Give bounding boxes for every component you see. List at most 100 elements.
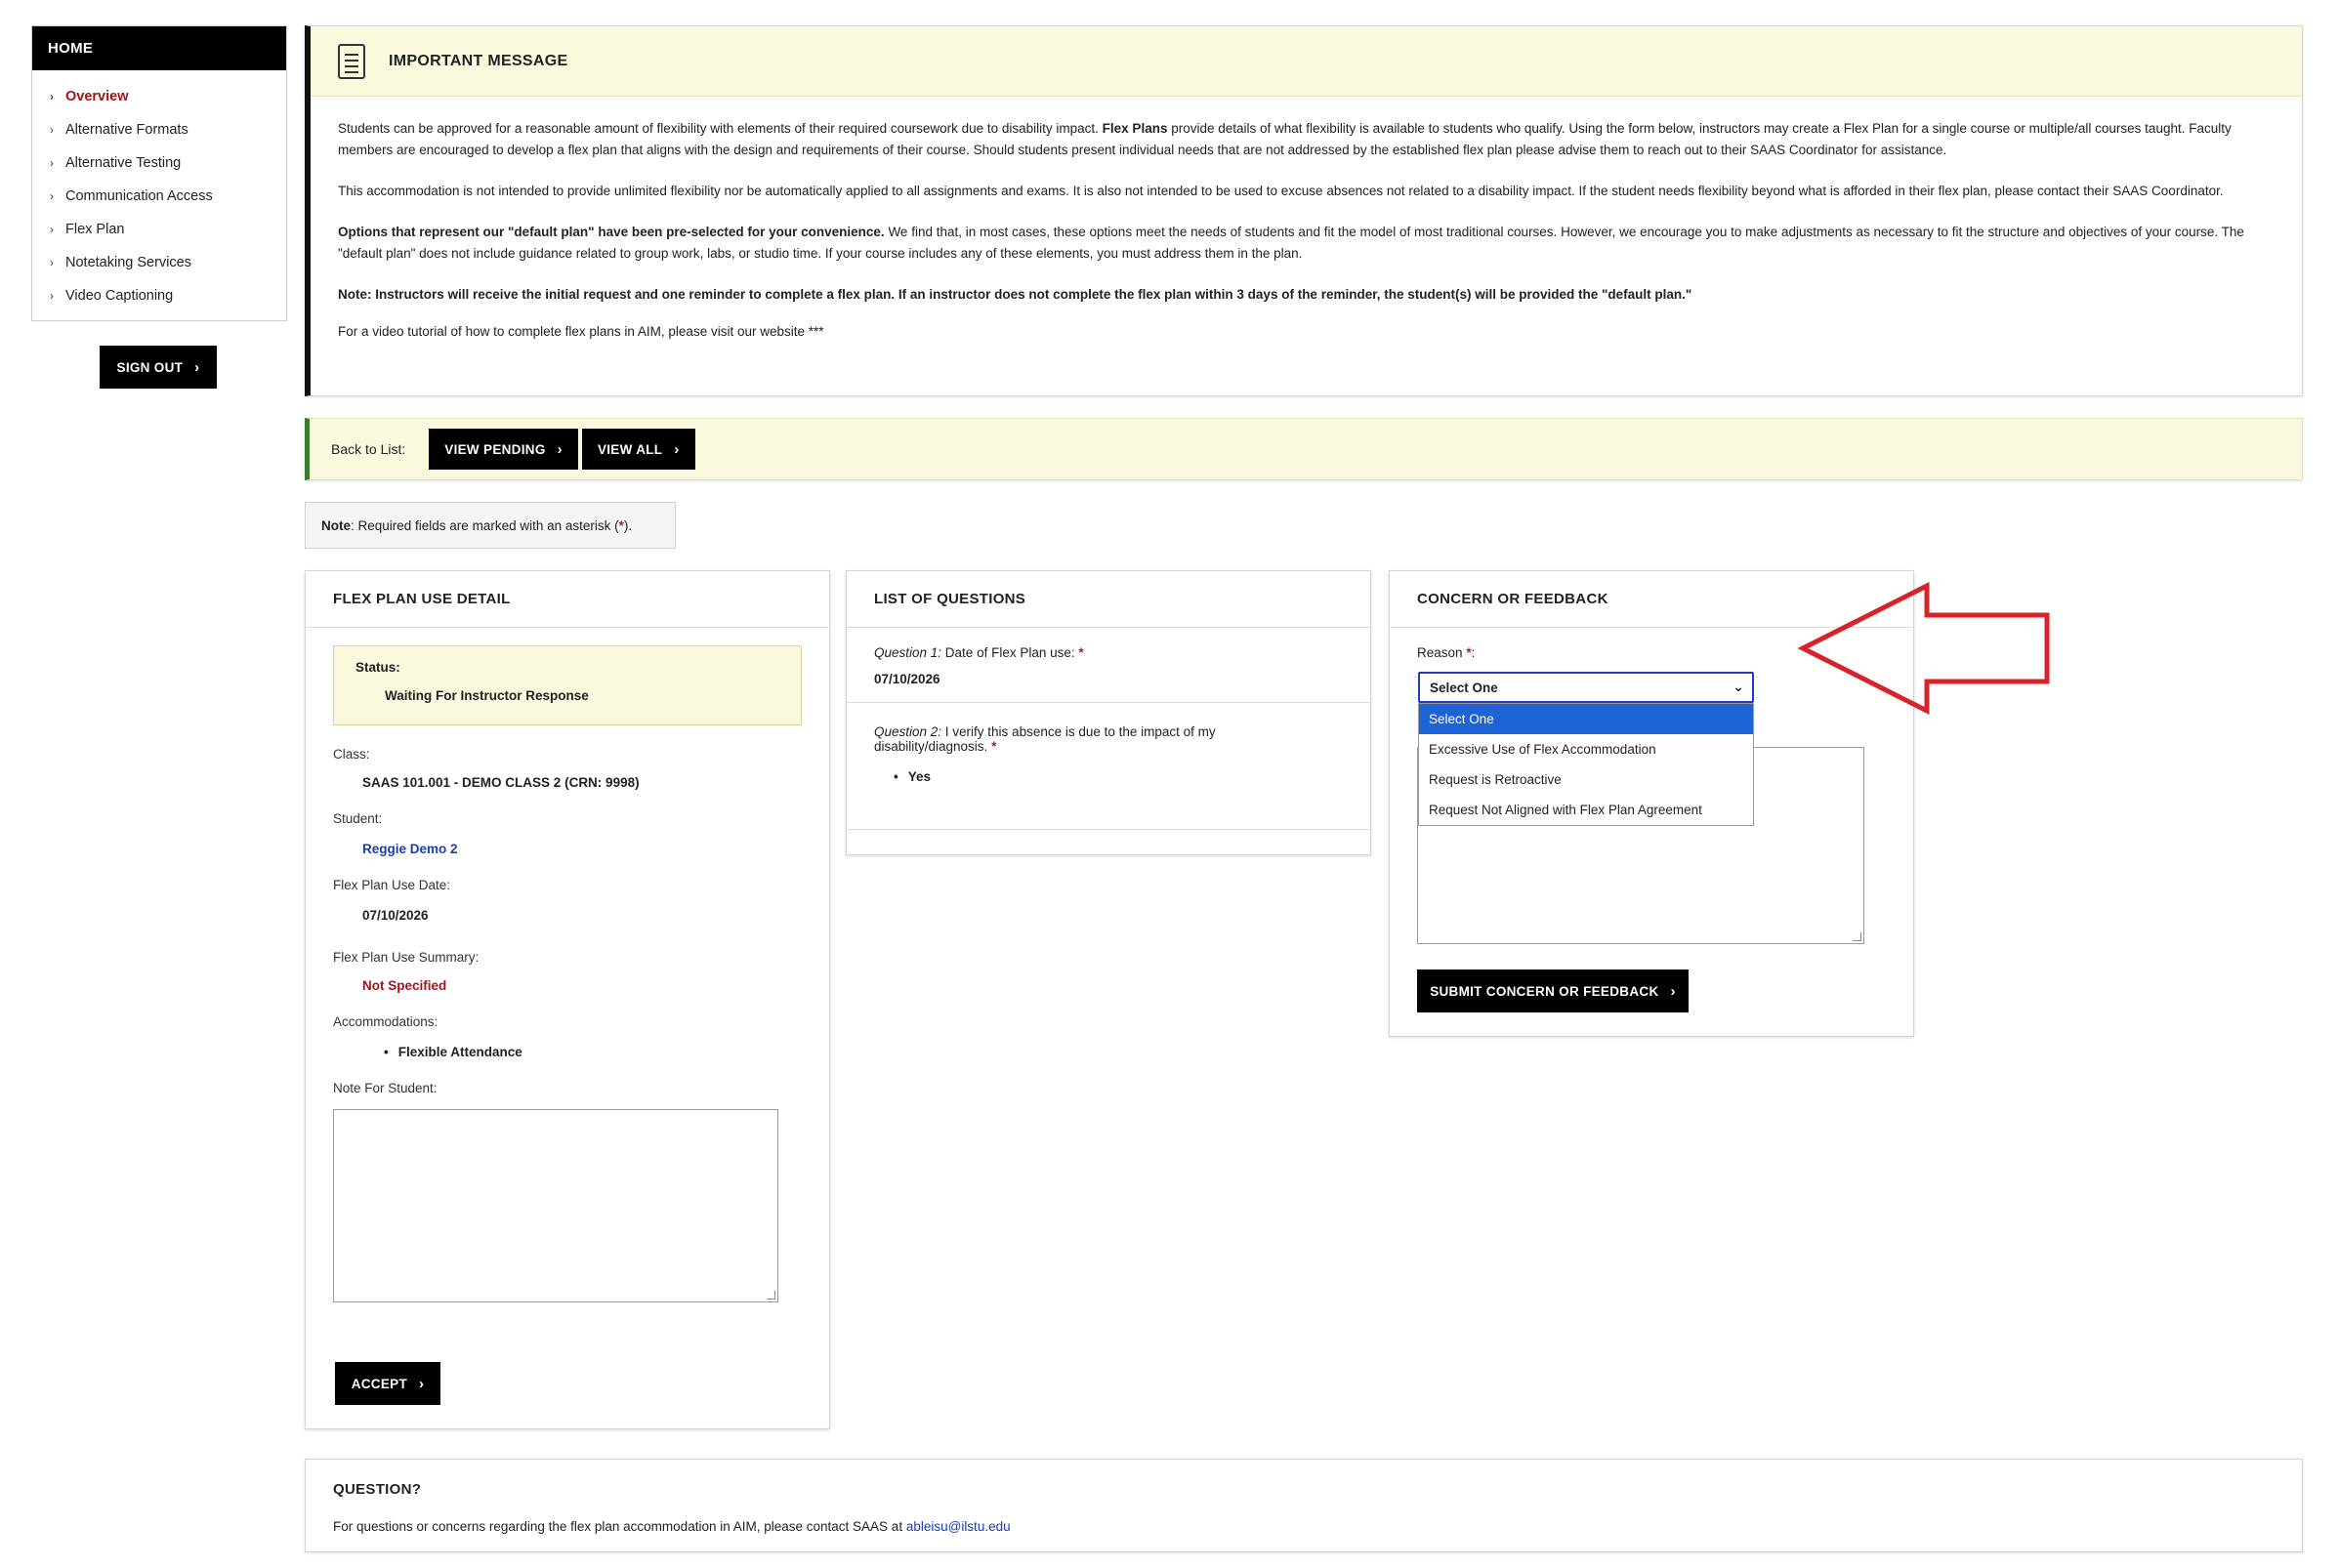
message-text: Students can be approved for a reasonabl… (338, 121, 1103, 136)
chevron-right-icon: › (50, 90, 54, 103)
chevron-right-icon: › (674, 440, 680, 458)
list-of-questions-panel: LIST OF QUESTIONS Question 1: Date of Fl… (846, 570, 1371, 855)
sidebar-item-overview[interactable]: › Overview (32, 80, 286, 113)
view-pending-button[interactable]: VIEW PENDING › (429, 429, 578, 470)
message-paragraph-4: Note: Instructors will receive the initi… (338, 284, 2275, 306)
divider (847, 829, 1370, 830)
question-section-title: QUESTION? (333, 1481, 422, 1498)
accept-button[interactable]: ACCEPT › (335, 1362, 440, 1405)
chevron-right-icon: › (557, 440, 563, 458)
annotation-arrow-icon (1797, 581, 2050, 716)
sidebar-item-label: Alternative Testing (65, 155, 182, 171)
question-1-label: Question 1: Date of Flex Plan use: * (847, 645, 1370, 660)
sidebar-list: › Overview › Alternative Formats › Alternat… (32, 70, 286, 320)
asterisk: * (1078, 645, 1084, 660)
question-2-label: Question 2: I verify this absence is due… (847, 724, 1370, 739)
sign-out-button[interactable]: SIGN OUT › (100, 346, 217, 389)
reason-option[interactable]: Request is Retroactive (1419, 764, 1753, 795)
sidebar-item-label: Notetaking Services (65, 255, 191, 270)
flex-plan-use-detail-panel: FLEX PLAN USE DETAIL Status: Waiting For… (305, 570, 830, 1429)
chevron-right-icon: › (50, 289, 54, 303)
sign-out-label: SIGN OUT (116, 359, 184, 375)
note-bold: Note (321, 517, 351, 533)
back-to-list-label: Back to List: (331, 441, 406, 457)
question-text: Date of Flex Plan use: (941, 645, 1075, 660)
reason-dropdown-list: Select One Excessive Use of Flex Accommo… (1418, 703, 1754, 826)
important-message-body: Students can be approved for a reasonabl… (311, 97, 2302, 343)
chevron-right-icon: › (50, 123, 54, 137)
chevron-right-icon: › (194, 358, 200, 376)
reason-option[interactable]: Excessive Use of Flex Accommodation (1419, 734, 1753, 764)
sidebar-item-notetaking-services[interactable]: › Notetaking Services (32, 246, 286, 279)
important-message-title: IMPORTANT MESSAGE (389, 52, 568, 69)
question-2-answer: Yes (847, 769, 1370, 784)
flex-plan-use-date-value: 07/10/2026 (362, 908, 429, 923)
status-box: Status: Waiting For Instructor Response (333, 645, 802, 725)
note-text: : Required fields are marked with an ast… (351, 517, 619, 533)
message-paragraph-1: Students can be approved for a reasonabl… (338, 118, 2275, 161)
message-bold-text: Flex Plans (1102, 121, 1168, 136)
sidebar: HOME › Overview › Alternative Formats › Alt… (31, 25, 287, 321)
message-paragraph-2: This accommodation is not intended to pr… (338, 184, 2224, 198)
note-for-student-label: Note For Student: (333, 1081, 438, 1095)
sidebar-item-flex-plan[interactable]: › Flex Plan (32, 213, 286, 246)
required-fields-note: Note: Required fields are marked with an… (305, 502, 676, 549)
reason-option[interactable]: Request Not Aligned with Flex Plan Agree… (1419, 795, 1753, 825)
sidebar-item-alternative-formats[interactable]: › Alternative Formats (32, 113, 286, 146)
question-text: For questions or concerns regarding the … (333, 1519, 906, 1534)
back-to-list-bar: Back to List: VIEW PENDING › VIEW ALL › (305, 418, 2303, 480)
reason-select-value: Select One (1430, 680, 1498, 695)
sidebar-item-label: Alternative Formats (65, 122, 188, 138)
view-all-label: VIEW ALL (597, 441, 663, 457)
reason-option[interactable]: Select One (1419, 704, 1753, 734)
accept-label: ACCEPT (351, 1376, 407, 1391)
note-for-student-textarea[interactable] (333, 1109, 778, 1302)
chevron-right-icon: › (50, 256, 54, 269)
reason-label-text: Reason (1417, 645, 1463, 660)
chevron-down-icon: ⌄ (1733, 679, 1744, 694)
reason-select[interactable]: Select One ⌄ (1418, 672, 1754, 703)
panel-title: FLEX PLAN USE DETAIL (306, 571, 829, 628)
asterisk: * (991, 739, 997, 754)
message-paragraph-3: Options that represent our "default plan… (338, 222, 2275, 265)
sidebar-item-label: Video Captioning (65, 288, 174, 304)
view-all-button[interactable]: VIEW ALL › (581, 429, 695, 470)
question-1-answer: 07/10/2026 (874, 672, 940, 686)
accommodations-label: Accommodations: (333, 1014, 438, 1029)
status-value: Waiting For Instructor Response (385, 688, 589, 703)
question-2-label-continued: disability/diagnosis. * (847, 739, 1370, 754)
panel-title: LIST OF QUESTIONS (847, 571, 1370, 628)
chevron-right-icon: › (50, 156, 54, 170)
flex-plan-use-summary-value: Not Specified (362, 978, 447, 993)
submit-concern-button[interactable]: SUBMIT CONCERN OR FEEDBACK › (1417, 970, 1689, 1012)
flex-plan-use-date-label: Flex Plan Use Date: (333, 878, 451, 892)
sidebar-item-alternative-testing[interactable]: › Alternative Testing (32, 146, 286, 180)
sidebar-item-communication-access[interactable]: › Communication Access (32, 180, 286, 213)
message-paragraph-5: For a video tutorial of how to complete … (338, 324, 824, 339)
question-text: I verify this absence is due to the impa… (941, 724, 1216, 739)
contact-email-link[interactable]: ableisu@ilstu.edu (906, 1519, 1011, 1534)
chevron-right-icon: › (50, 189, 54, 203)
sidebar-item-video-captioning[interactable]: › Video Captioning (32, 279, 286, 312)
sidebar-heading[interactable]: HOME (32, 26, 286, 70)
status-label: Status: (355, 660, 400, 675)
chevron-right-icon: › (50, 223, 54, 236)
document-icon (338, 43, 365, 79)
student-link[interactable]: Reggie Demo 2 (306, 842, 829, 856)
sidebar-item-label: Communication Access (65, 188, 213, 204)
class-value: SAAS 101.001 - DEMO CLASS 2 (CRN: 9998) (362, 775, 640, 790)
chevron-right-icon: › (419, 1375, 425, 1392)
view-pending-label: VIEW PENDING (444, 441, 546, 457)
message-bold-text: Options that represent our "default plan… (338, 225, 885, 239)
submit-concern-label: SUBMIT CONCERN OR FEEDBACK (1430, 983, 1659, 999)
flex-plan-use-summary-label: Flex Plan Use Summary: (333, 950, 480, 965)
sidebar-item-label: Overview (65, 89, 129, 104)
sidebar-item-label: Flex Plan (65, 222, 125, 237)
question-prefix: Question 1: (874, 645, 942, 660)
student-label: Student: (333, 811, 383, 826)
class-label: Class: (333, 747, 370, 762)
note-text: ). (623, 517, 633, 533)
important-message: IMPORTANT MESSAGE Students can be approv… (305, 25, 2303, 396)
question-text: disability/diagnosis. (874, 739, 988, 754)
message-bold-text: Note: Instructors will receive the initi… (338, 287, 1692, 302)
